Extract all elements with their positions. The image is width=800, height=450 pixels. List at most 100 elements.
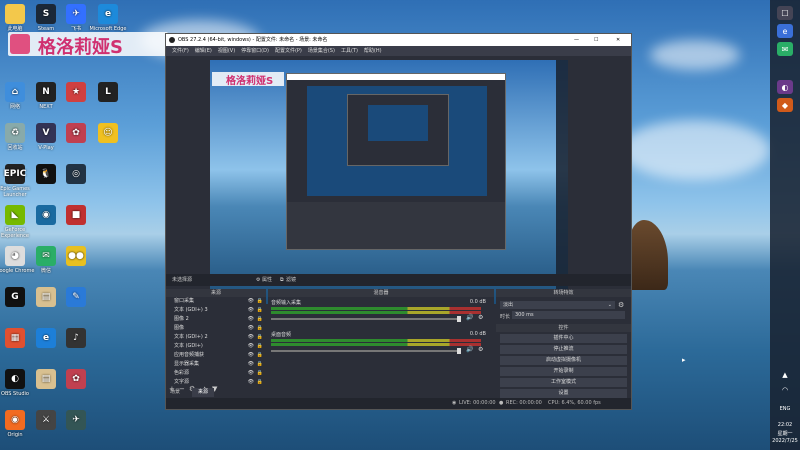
source-item[interactable]: 图像 👁 🔒 — [166, 324, 266, 333]
eye-icon[interactable]: 👁 — [248, 342, 254, 351]
control-button[interactable]: 工作室模式 — [500, 378, 627, 387]
source-item[interactable]: 显示器采集 👁 🔒 — [166, 360, 266, 369]
menu-item[interactable]: 场景集合(S) — [308, 48, 335, 54]
controls-header: 控件 — [496, 324, 631, 332]
control-button[interactable]: 设置 — [500, 389, 627, 398]
menu-item[interactable]: 工具(T) — [341, 48, 358, 54]
desktop-icon[interactable]: ✈ — [56, 410, 96, 432]
desktop-icon[interactable]: ✿ — [56, 369, 96, 391]
gear-icon[interactable]: ⚙ — [256, 274, 260, 286]
source-item[interactable]: 应用音频捕获 👁 🔒 — [166, 351, 266, 360]
notification-icon[interactable]: ☐ — [777, 6, 793, 20]
speaker-icon[interactable]: 🔊 — [466, 346, 473, 353]
lock-icon[interactable]: 🔒 — [257, 324, 263, 333]
clock-date: 2022/7/25 — [772, 438, 798, 444]
filter-icon[interactable]: ⧉ — [280, 274, 284, 286]
window-title: OBS 27.2.4 (64-bit, windows) - 配置文件: 未命名… — [178, 37, 328, 43]
lock-icon[interactable]: 🔒 — [257, 342, 263, 351]
volume-slider[interactable] — [271, 348, 461, 354]
maximize-button[interactable]: ☐ — [594, 34, 598, 46]
source-name: 文本 (GDI+) — [174, 343, 203, 349]
wifi-icon[interactable]: ◠ — [777, 383, 793, 397]
tab-scenes[interactable]: 场景 — [170, 388, 190, 397]
desktop-icon[interactable]: ■ — [56, 205, 96, 227]
gear-icon[interactable]: ⚙ — [478, 314, 483, 321]
duration-input[interactable]: 300 ms — [512, 311, 625, 319]
menu-item[interactable]: 视图(V) — [218, 48, 235, 54]
source-item[interactable]: 文本 (GDI+) 👁 🔒 — [166, 342, 266, 351]
source-item[interactable]: 文本 (GDI+) 2 👁 🔒 — [166, 333, 266, 342]
eye-icon[interactable]: 👁 — [248, 351, 254, 360]
volume-slider[interactable] — [271, 316, 461, 322]
lock-icon[interactable]: 🔒 — [257, 297, 263, 306]
duration-value: 300 ms — [515, 312, 534, 318]
gear-icon[interactable]: ⚙ — [478, 346, 483, 353]
menu-item[interactable]: 停靠窗口(D) — [241, 48, 269, 54]
app-icon[interactable]: ◐ — [777, 80, 793, 94]
desktop-icon[interactable]: ♪ — [56, 328, 96, 350]
preview-canvas[interactable]: 格洛莉娅S — [210, 60, 568, 304]
lock-icon[interactable]: 🔒 — [257, 333, 263, 342]
lock-icon[interactable]: 🔒 — [257, 369, 263, 378]
app-icon[interactable]: ◆ — [777, 98, 793, 112]
title-bar[interactable]: OBS 27.2.4 (64-bit, windows) - 配置文件: 未命名… — [166, 34, 631, 46]
eye-icon[interactable]: 👁 — [248, 297, 254, 306]
lang-indicator[interactable]: ENG — [770, 406, 800, 412]
transition-select[interactable]: 淡出 ⌄ — [500, 301, 615, 309]
volume-slider-handle[interactable] — [457, 348, 461, 354]
tab-sources[interactable]: 来源 — [192, 388, 214, 397]
eye-icon[interactable]: 👁 — [248, 306, 254, 315]
desktop-icon[interactable]: ✎ — [56, 287, 96, 309]
eye-icon[interactable]: 👁 — [248, 360, 254, 369]
speaker-icon[interactable]: 🔊 — [466, 314, 473, 321]
clock-time[interactable]: 22:02 — [770, 422, 800, 428]
menu-item[interactable]: 配置文件(P) — [275, 48, 302, 54]
desktop-icon[interactable]: ●● — [56, 246, 96, 268]
close-button[interactable]: ✕ — [616, 34, 620, 46]
control-button[interactable]: 插件中心 — [500, 334, 627, 343]
rock — [628, 220, 668, 290]
control-button[interactable]: 开始录制 — [500, 367, 627, 376]
volume-slider-handle[interactable] — [457, 316, 461, 322]
menu-item[interactable]: 帮助(H) — [364, 48, 382, 54]
source-toolbar: 未选择源 ⚙ 属性 ⧉ 滤镜 — [166, 274, 631, 286]
desktop-icon[interactable]: e Microsoft Edge — [88, 4, 128, 32]
lock-icon[interactable]: 🔒 — [257, 306, 263, 315]
control-button[interactable]: 停止推流 — [500, 345, 627, 354]
control-button[interactable]: 启动虚拟摄像机 — [500, 356, 627, 365]
eye-icon[interactable]: 👁 — [248, 315, 254, 324]
source-item[interactable]: 图像 2 👁 🔒 — [166, 315, 266, 324]
wechat-icon[interactable]: ✉ — [777, 42, 793, 56]
app-icon: ♪ — [66, 328, 86, 348]
mixer-channel: 音频输入采集 0.0 dB 🔊 ⚙ — [268, 297, 494, 329]
lock-icon[interactable]: 🔒 — [257, 315, 263, 324]
transition-type: 淡出 — [503, 302, 514, 308]
browser-icon[interactable]: e — [777, 24, 793, 38]
desktop-icon-label: V-Play — [38, 145, 54, 151]
lock-icon[interactable]: 🔒 — [257, 351, 263, 360]
filters-button[interactable]: 滤镜 — [286, 274, 296, 286]
menu-item[interactable]: 文件(F) — [172, 48, 189, 54]
eye-icon[interactable]: 👁 — [248, 369, 254, 378]
source-name: 文本 (GDI+) 3 — [174, 307, 208, 313]
brand-banner: 格洛莉娅S — [8, 32, 168, 58]
desktop-icon[interactable]: ☺ — [88, 123, 128, 145]
source-item[interactable]: 文本 (GDI+) 3 👁 🔒 — [166, 306, 266, 315]
source-item[interactable]: 色彩源 👁 🔒 — [166, 369, 266, 378]
lock-icon[interactable]: 🔒 — [257, 360, 263, 369]
desktop-icon[interactable]: ◎ — [56, 164, 96, 186]
sources-list[interactable]: 窗口采集 👁 🔒 文本 (GDI+) 3 👁 🔒 图像 2 👁 🔒 图像 👁 🔒 文本 (GDI+) 2… — [166, 297, 266, 387]
menu-item[interactable]: 编辑(E) — [195, 48, 212, 54]
transition-settings-icon[interactable]: ⚙ — [618, 301, 624, 309]
no-source-label: 未选择源 — [172, 277, 193, 283]
app-icon: ✎ — [66, 287, 86, 307]
eye-icon[interactable]: 👁 — [248, 324, 254, 333]
source-item[interactable]: 窗口采集 👁 🔒 — [166, 297, 266, 306]
desktop-icon[interactable]: L — [88, 82, 128, 104]
minimize-button[interactable]: — — [574, 34, 579, 46]
tray-icons[interactable]: ▲ — [777, 368, 793, 382]
eye-icon[interactable]: 👁 — [248, 333, 254, 342]
properties-button[interactable]: 属性 — [262, 274, 272, 286]
live-time: LIVE: 00:00:00 — [459, 400, 496, 406]
obs-window[interactable]: OBS 27.2.4 (64-bit, windows) - 配置文件: 未命名… — [165, 33, 632, 410]
